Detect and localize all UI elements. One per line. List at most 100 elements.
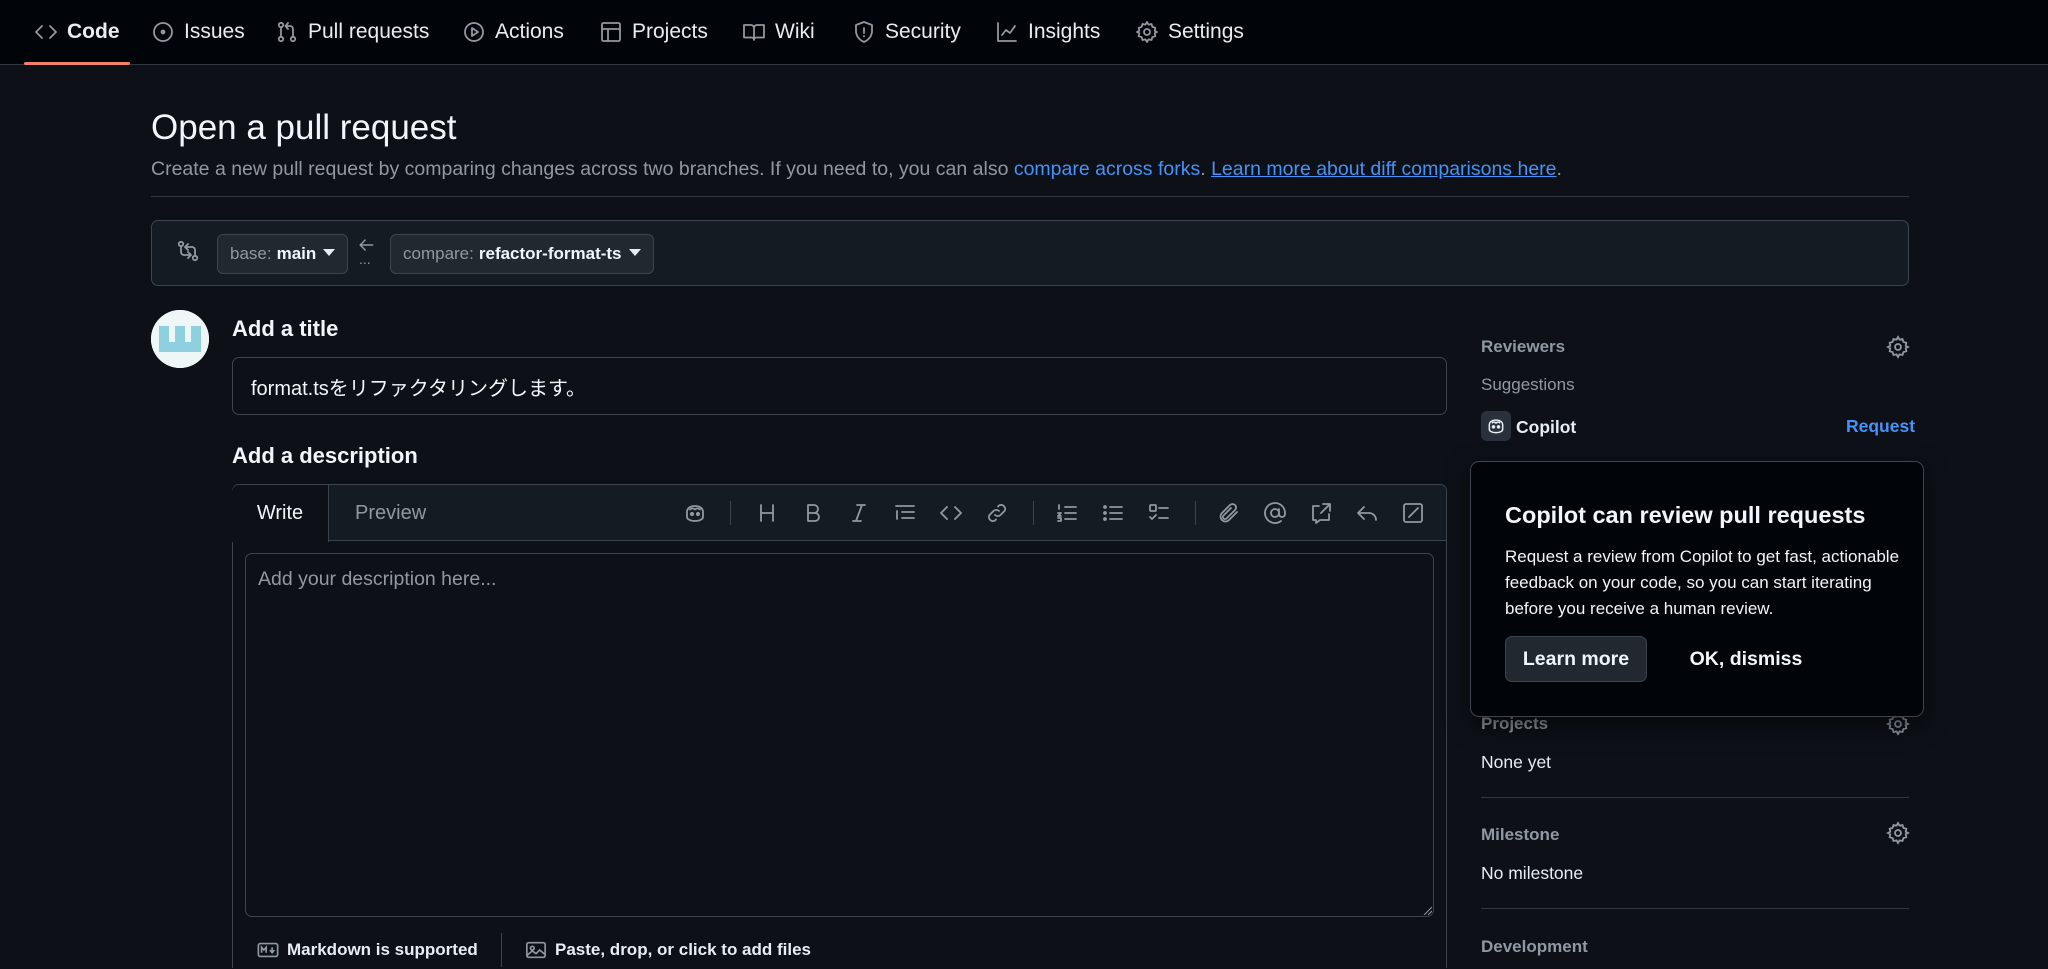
development-heading: Development [1481,937,1588,956]
copilot-reviewer-name: Copilot [1516,417,1577,437]
tab-wiki-label: Wiki [775,20,815,43]
list-ordered-icon [1057,504,1077,522]
subtitle-end: . [1556,158,1562,180]
milestone-settings-button[interactable] [1886,821,1910,845]
saved-replies-button[interactable] [1353,499,1381,527]
tab-code-label: Code [67,20,120,43]
copilot-avatar [1481,411,1511,441]
ordered-list-button[interactable] [1053,499,1081,527]
suggestions-label: Suggestions [1481,375,1575,394]
chevron-down-icon [323,248,336,256]
compare-branch-value: refactor-format-ts [478,244,622,263]
toolbar-divider [1033,501,1034,525]
tab-write[interactable]: Write [232,485,329,542]
issue-opened-icon [153,22,173,42]
page-subtitle: Create a new pull request by comparing c… [151,158,1562,181]
base-branch-select[interactable]: base: main [217,234,349,274]
chevron-down-icon [628,248,641,256]
tab-actions[interactable]: Actions [462,0,564,64]
attach-files-button[interactable]: Paste, drop, or click to add files [525,939,811,961]
toolbar-divider [730,501,731,525]
bold-button[interactable] [799,499,827,527]
markdown-supported-label: Markdown is supported [287,940,478,959]
tab-preview[interactable]: Preview [355,485,426,541]
book-icon [743,24,765,41]
avatar[interactable] [151,310,209,368]
reply-icon [1357,506,1377,521]
identicon-icon [151,310,209,368]
quote-button[interactable] [891,499,919,527]
repo-nav: Code Issues Pull requests Actions Projec… [0,0,2048,65]
fullscreen-button[interactable] [1399,499,1427,527]
milestone-heading: Milestone [1481,825,1560,844]
copilot-icon [1488,419,1504,434]
toolbar-divider [1195,501,1196,525]
code-button[interactable] [937,499,965,527]
description-textarea[interactable] [245,553,1434,917]
header-divider [151,196,1909,197]
graph-icon [997,22,1017,42]
title-input[interactable] [232,357,1447,415]
base-branch-value: main [276,244,317,263]
italic-button[interactable] [845,499,873,527]
image-icon [526,941,546,959]
unordered-list-button[interactable] [1099,499,1127,527]
play-icon [464,22,484,42]
tab-security-label: Security [885,20,961,43]
tab-projects-label: Projects [632,20,708,43]
compare-branch-label: compare: [403,244,474,263]
tab-code[interactable]: Code [24,0,129,65]
tab-issues[interactable]: Issues [151,0,245,64]
compare-across-forks-link[interactable]: compare across forks [1014,158,1200,180]
learn-more-button[interactable]: Learn more [1505,636,1647,682]
shield-icon [855,21,873,43]
milestone-value: No milestone [1481,863,1584,883]
task-list-button[interactable] [1145,499,1173,527]
link-button[interactable] [983,499,1011,527]
description-editor: Write Preview Add your description here.… [232,484,1447,968]
tab-projects[interactable]: Projects [599,0,708,64]
reviewers-settings-button[interactable] [1886,335,1910,359]
bold-icon [807,504,820,522]
tab-wiki[interactable]: Wiki [742,0,815,64]
code-icon [940,506,962,520]
mention-button[interactable] [1261,499,1289,527]
markdown-icon [257,942,279,958]
reference-button[interactable] [1307,499,1335,527]
popover-title: Copilot can review pull requests [1505,502,1866,528]
tab-actions-label: Actions [495,20,564,43]
edit-square-icon [1403,503,1423,523]
projects-heading: Projects [1481,714,1549,733]
tab-insights-label: Insights [1028,20,1101,43]
dismiss-button[interactable]: OK, dismiss [1681,636,1811,682]
learn-more-diff-link[interactable]: Learn more about diff comparisons here [1211,158,1556,180]
subtitle-separator: . [1200,158,1212,180]
compare-branch-select[interactable]: compare: refactor-format-ts [390,234,654,274]
tab-pull-requests-label: Pull requests [308,20,430,43]
gear-icon [1136,21,1158,43]
copilot-toolbar-button[interactable] [681,499,709,527]
table-icon [601,22,621,42]
git-compare-icon [177,240,199,262]
tab-insights[interactable]: Insights [995,0,1100,64]
request-copilot-review-button[interactable]: Request [1846,416,1915,437]
branch-compare-bar: base: main ... compare: refactor-format-ts [151,220,1909,286]
gear-icon [1886,335,1910,359]
page-title: Open a pull request [151,108,457,147]
tab-pull-requests[interactable]: Pull requests [275,0,429,64]
resize-handle-icon[interactable] [1422,905,1432,915]
editor-footer: Markdown is supported Paste, drop, or cl… [233,931,1446,969]
sidebar-divider [1481,908,1909,909]
attach-button[interactable] [1215,499,1243,527]
heading-button[interactable] [753,499,781,527]
title-label: Add a title [232,316,339,341]
tab-settings-label: Settings [1168,20,1244,43]
markdown-supported-link[interactable]: Markdown is supported [257,939,478,961]
tasklist-icon [1149,504,1169,520]
tab-settings[interactable]: Settings [1135,0,1244,64]
quote-icon [895,505,915,520]
tab-issues-label: Issues [184,20,245,43]
projects-value: None yet [1481,752,1552,772]
popover-body: Request a review from Copilot to get fas… [1505,547,1900,618]
tab-security[interactable]: Security [852,0,961,64]
